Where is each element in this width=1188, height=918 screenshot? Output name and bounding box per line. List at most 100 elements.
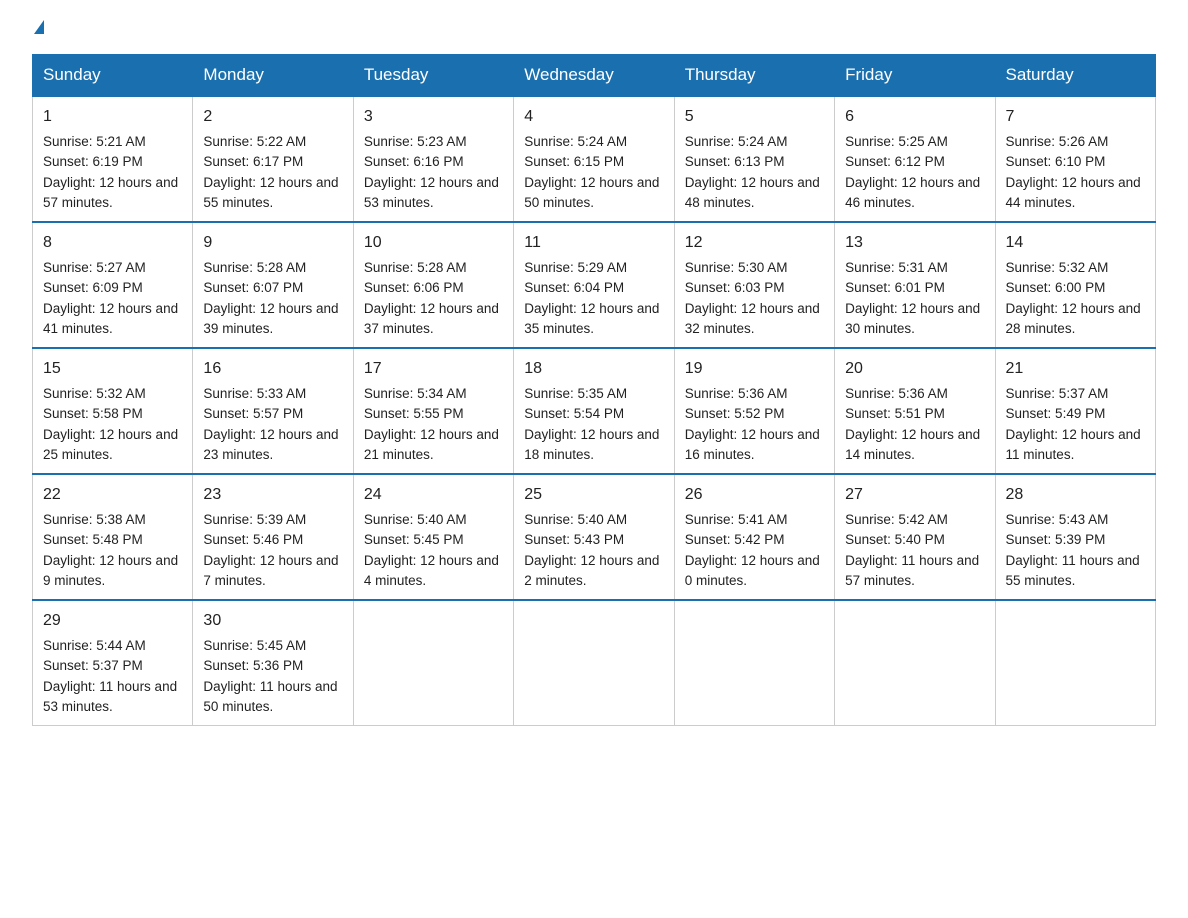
sunrise-label: Sunrise: 5:34 AM	[364, 386, 467, 401]
day-header-monday: Monday	[193, 55, 353, 97]
day-number: 13	[845, 231, 984, 255]
daylight-label: Daylight: 12 hours and 9 minutes.	[43, 553, 178, 588]
sunset-label: Sunset: 6:09 PM	[43, 280, 143, 295]
calendar-cell	[835, 600, 995, 726]
sunset-label: Sunset: 6:19 PM	[43, 154, 143, 169]
daylight-label: Daylight: 12 hours and 25 minutes.	[43, 427, 178, 462]
sunrise-label: Sunrise: 5:35 AM	[524, 386, 627, 401]
calendar-cell: 5Sunrise: 5:24 AMSunset: 6:13 PMDaylight…	[674, 96, 834, 222]
daylight-label: Daylight: 12 hours and 14 minutes.	[845, 427, 980, 462]
calendar-cell: 20Sunrise: 5:36 AMSunset: 5:51 PMDayligh…	[835, 348, 995, 474]
calendar-cell: 24Sunrise: 5:40 AMSunset: 5:45 PMDayligh…	[353, 474, 513, 600]
daylight-label: Daylight: 12 hours and 53 minutes.	[364, 175, 499, 210]
day-number: 23	[203, 483, 342, 507]
sunset-label: Sunset: 5:36 PM	[203, 658, 303, 673]
calendar-cell: 2Sunrise: 5:22 AMSunset: 6:17 PMDaylight…	[193, 96, 353, 222]
day-number: 19	[685, 357, 824, 381]
calendar-cell: 13Sunrise: 5:31 AMSunset: 6:01 PMDayligh…	[835, 222, 995, 348]
calendar-cell: 15Sunrise: 5:32 AMSunset: 5:58 PMDayligh…	[33, 348, 193, 474]
day-number: 22	[43, 483, 182, 507]
calendar-cell: 25Sunrise: 5:40 AMSunset: 5:43 PMDayligh…	[514, 474, 674, 600]
sunset-label: Sunset: 5:42 PM	[685, 532, 785, 547]
sunset-label: Sunset: 6:01 PM	[845, 280, 945, 295]
day-number: 26	[685, 483, 824, 507]
calendar-table: SundayMondayTuesdayWednesdayThursdayFrid…	[32, 54, 1156, 726]
day-number: 30	[203, 609, 342, 633]
calendar-cell: 12Sunrise: 5:30 AMSunset: 6:03 PMDayligh…	[674, 222, 834, 348]
sunrise-label: Sunrise: 5:26 AM	[1006, 134, 1109, 149]
day-number: 28	[1006, 483, 1145, 507]
calendar-cell: 6 Sunrise: 5:25 AM Sunset: 6:12 PM Daylight…	[835, 96, 995, 222]
day-number: 24	[364, 483, 503, 507]
sunset-label: Sunset: 6:16 PM	[364, 154, 464, 169]
daylight-label: Daylight: 12 hours and 39 minutes.	[203, 301, 338, 336]
sunrise-label: Sunrise: 5:28 AM	[364, 260, 467, 275]
daylight-label: Daylight: 12 hours and 21 minutes.	[364, 427, 499, 462]
daylight-label: Daylight: 12 hours and 2 minutes.	[524, 553, 659, 588]
daylight-label: Daylight: 12 hours and 11 minutes.	[1006, 427, 1141, 462]
daylight-label: Daylight: 11 hours and 50 minutes.	[203, 679, 337, 714]
sunrise-label: Sunrise: 5:33 AM	[203, 386, 306, 401]
calendar-cell: 17Sunrise: 5:34 AMSunset: 5:55 PMDayligh…	[353, 348, 513, 474]
calendar-cell	[995, 600, 1155, 726]
sunrise-label: Sunrise: 5:27 AM	[43, 260, 146, 275]
daylight-label: Daylight: 12 hours and 50 minutes.	[524, 175, 659, 210]
calendar-cell: 21Sunrise: 5:37 AMSunset: 5:49 PMDayligh…	[995, 348, 1155, 474]
calendar-cell: 10Sunrise: 5:28 AMSunset: 6:06 PMDayligh…	[353, 222, 513, 348]
day-number: 1	[43, 105, 182, 129]
logo-triangle-icon	[34, 20, 44, 34]
day-number: 3	[364, 105, 503, 129]
calendar-cell	[514, 600, 674, 726]
sunset-label: Sunset: 5:57 PM	[203, 406, 303, 421]
sunrise-label: Sunrise: 5:28 AM	[203, 260, 306, 275]
daylight-label: Daylight: 11 hours and 53 minutes.	[43, 679, 177, 714]
daylight-label: Daylight: 11 hours and 57 minutes.	[845, 553, 979, 588]
day-header-tuesday: Tuesday	[353, 55, 513, 97]
calendar-cell: 7Sunrise: 5:26 AMSunset: 6:10 PMDaylight…	[995, 96, 1155, 222]
daylight-label: Daylight: 12 hours and 16 minutes.	[685, 427, 820, 462]
sunset-label: Sunset: 5:39 PM	[1006, 532, 1106, 547]
sunrise-label: Sunrise: 5:32 AM	[1006, 260, 1109, 275]
sunset-label: Sunset: 5:48 PM	[43, 532, 143, 547]
sunrise-label: Sunrise: 5:32 AM	[43, 386, 146, 401]
sunrise-label: Sunrise: 5:43 AM	[1006, 512, 1109, 527]
day-number: 18	[524, 357, 663, 381]
calendar-cell: 16 Sunrise: 5:33 AM Sunset: 5:57 PM Dayligh…	[193, 348, 353, 474]
calendar-week-5: 29Sunrise: 5:44 AMSunset: 5:37 PMDayligh…	[33, 600, 1156, 726]
calendar-cell: 30Sunrise: 5:45 AMSunset: 5:36 PMDayligh…	[193, 600, 353, 726]
daylight-label: Daylight: 12 hours and 23 minutes.	[203, 427, 338, 462]
daylight-label: Daylight: 12 hours and 46 minutes.	[845, 175, 980, 210]
calendar-cell: 1 Sunrise: 5:21 AM Sunset: 6:19 PM Daylight…	[33, 96, 193, 222]
sunset-label: Sunset: 5:43 PM	[524, 532, 624, 547]
day-number: 10	[364, 231, 503, 255]
day-number: 16	[203, 357, 342, 381]
sunset-label: Sunset: 5:45 PM	[364, 532, 464, 547]
day-number: 21	[1006, 357, 1145, 381]
day-number: 20	[845, 357, 984, 381]
sunrise-label: Sunrise: 5:21 AM	[43, 134, 146, 149]
calendar-week-3: 15Sunrise: 5:32 AMSunset: 5:58 PMDayligh…	[33, 348, 1156, 474]
day-number: 8	[43, 231, 182, 255]
calendar-cell: 22Sunrise: 5:38 AMSunset: 5:48 PMDayligh…	[33, 474, 193, 600]
calendar-cell: 18Sunrise: 5:35 AMSunset: 5:54 PMDayligh…	[514, 348, 674, 474]
day-number: 7	[1006, 105, 1145, 129]
calendar-cell: 19Sunrise: 5:36 AMSunset: 5:52 PMDayligh…	[674, 348, 834, 474]
calendar-cell: 11Sunrise: 5:29 AMSunset: 6:04 PMDayligh…	[514, 222, 674, 348]
calendar-cell: 9Sunrise: 5:28 AMSunset: 6:07 PMDaylight…	[193, 222, 353, 348]
sunrise-label: Sunrise: 5:36 AM	[845, 386, 948, 401]
daylight-label: Daylight: 12 hours and 44 minutes.	[1006, 175, 1141, 210]
calendar-cell: 26Sunrise: 5:41 AMSunset: 5:42 PMDayligh…	[674, 474, 834, 600]
sunset-label: Sunset: 6:12 PM	[845, 154, 945, 169]
calendar-cell: 28Sunrise: 5:43 AMSunset: 5:39 PMDayligh…	[995, 474, 1155, 600]
sunset-label: Sunset: 5:37 PM	[43, 658, 143, 673]
sunrise-label: Sunrise: 5:29 AM	[524, 260, 627, 275]
day-number: 6	[845, 105, 984, 129]
day-header-thursday: Thursday	[674, 55, 834, 97]
day-number: 12	[685, 231, 824, 255]
calendar-cell: 23Sunrise: 5:39 AMSunset: 5:46 PMDayligh…	[193, 474, 353, 600]
calendar-cell: 8Sunrise: 5:27 AMSunset: 6:09 PMDaylight…	[33, 222, 193, 348]
calendar-cell: 4Sunrise: 5:24 AMSunset: 6:15 PMDaylight…	[514, 96, 674, 222]
sunset-label: Sunset: 6:04 PM	[524, 280, 624, 295]
daylight-label: Daylight: 12 hours and 57 minutes.	[43, 175, 178, 210]
sunrise-label: Sunrise: 5:25 AM	[845, 134, 948, 149]
